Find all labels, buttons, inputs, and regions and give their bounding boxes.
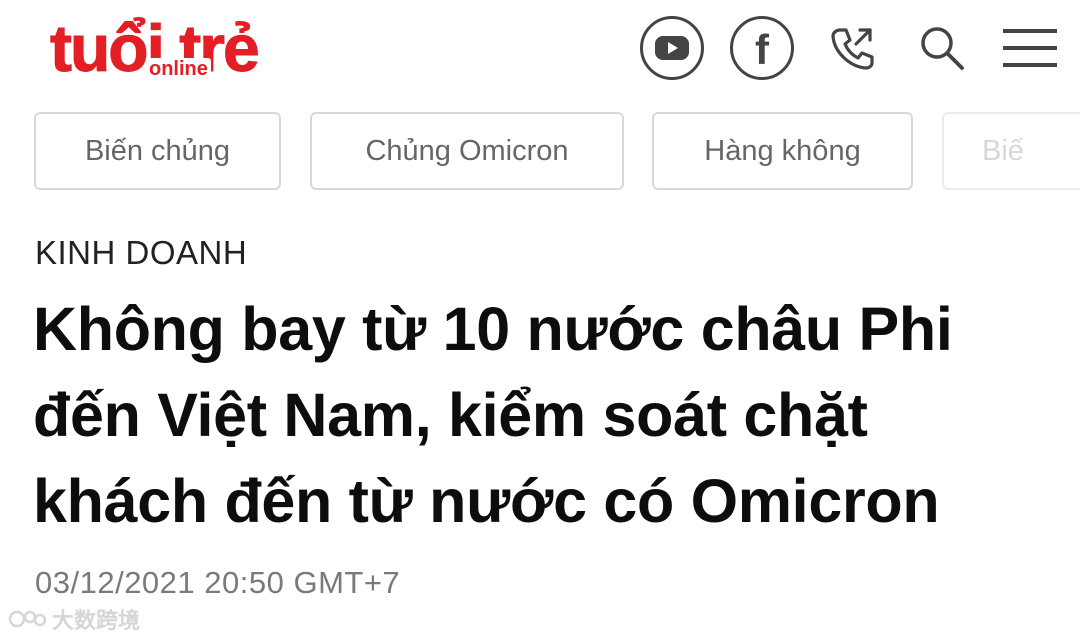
- site-logo[interactable]: tuổi trẻ online: [50, 6, 280, 90]
- phone-icon: [826, 22, 878, 74]
- site-header: tuổi trẻ online f: [0, 0, 1080, 100]
- logo-subtext: online: [146, 58, 211, 80]
- tag-chung-omicron[interactable]: Chủng Omicron: [310, 112, 624, 190]
- youtube-button[interactable]: [640, 16, 704, 80]
- facebook-icon: f: [755, 26, 769, 73]
- tag-partial[interactable]: Biế: [942, 112, 1080, 190]
- hotline-button[interactable]: [820, 16, 884, 80]
- topic-tag-bar: Biến chủng Chủng Omicron Hàng không Biế: [0, 112, 1080, 192]
- tag-hang-khong[interactable]: Hàng không: [652, 112, 913, 190]
- watermark-logo-icon: [8, 607, 48, 631]
- article-timestamp: 03/12/2021 20:50 GMT+7: [35, 565, 401, 600]
- tag-bien-chung[interactable]: Biến chủng: [34, 112, 281, 190]
- youtube-icon: [654, 34, 690, 62]
- article-category[interactable]: KINH DOANH: [35, 234, 247, 272]
- article-title: Không bay từ 10 nước châu Phi đến Việt N…: [33, 295, 953, 535]
- search-icon: [917, 23, 967, 73]
- search-button[interactable]: [910, 16, 974, 80]
- menu-button[interactable]: [998, 16, 1062, 80]
- watermark: 大数跨境: [8, 604, 140, 634]
- facebook-button[interactable]: f: [730, 16, 794, 80]
- header-icon-bar: f: [640, 16, 1070, 80]
- watermark-text: 大数跨境: [52, 609, 141, 634]
- menu-icon: [1001, 26, 1059, 70]
